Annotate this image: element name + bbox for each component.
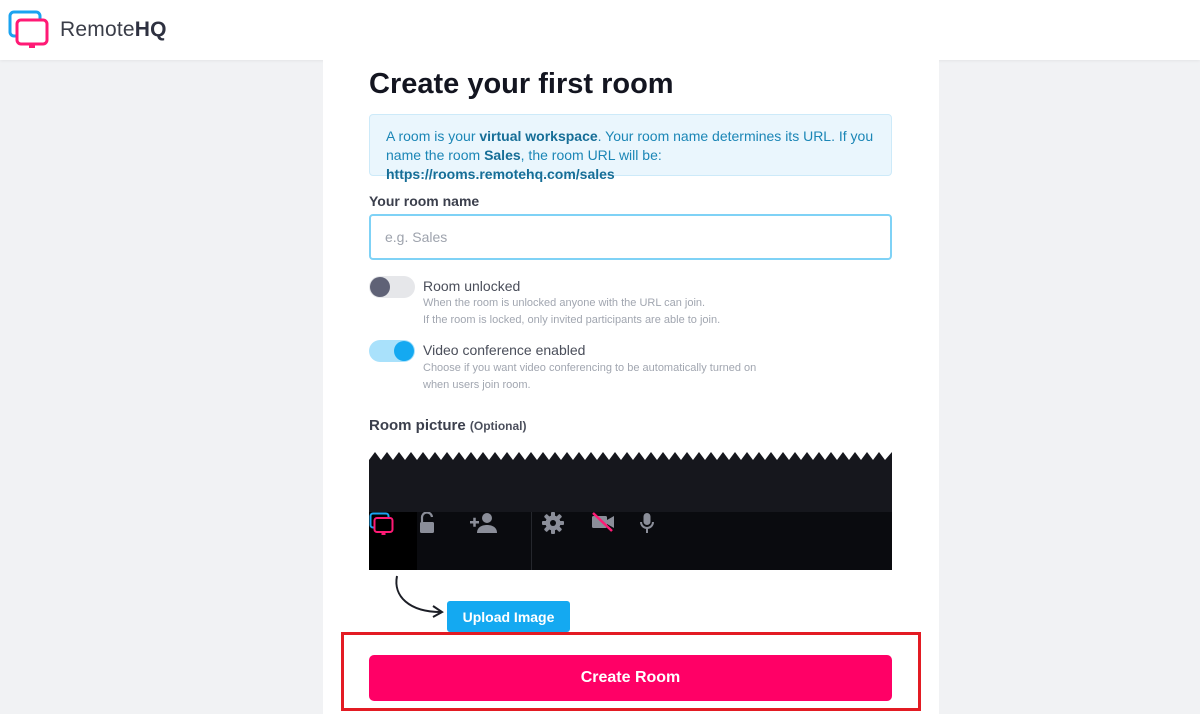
brand-name: RemoteHQ [60, 18, 167, 42]
page-title: Create your first room [369, 68, 674, 100]
toggle-knob [394, 341, 414, 361]
brand-logo[interactable]: RemoteHQ [8, 10, 167, 50]
preview-toolbar [369, 512, 892, 570]
toolbar-divider [531, 512, 532, 570]
room-lock-desc-line-2: If the room is locked, only invited part… [423, 314, 721, 326]
remotehq-logo-icon [8, 10, 49, 48]
room-lock-toggle[interactable] [369, 276, 415, 298]
toggle-knob [370, 277, 390, 297]
video-conference-description: Choose if you want video conferencing to… [423, 362, 757, 391]
remotehq-logo-icon [369, 512, 417, 570]
info-text-3: , the room URL will be: [520, 147, 662, 163]
info-url: https://rooms.remotehq.com/sales [386, 166, 615, 182]
curved-arrow-icon [395, 575, 444, 618]
preview-jagged-top [369, 452, 892, 514]
microphone-icon [639, 512, 687, 570]
optional-tag: (Optional) [469, 419, 527, 433]
room-lock-description: When the room is unlocked anyone with th… [423, 295, 803, 329]
video-conference-toggle[interactable] [369, 340, 415, 362]
brand-suffix: HQ [134, 18, 167, 41]
create-room-button[interactable]: Create Room [369, 655, 892, 701]
room-name-label: Your room name [369, 193, 480, 209]
room-lock-desc-line-1: When the room is unlocked anyone with th… [423, 297, 706, 309]
room-picture-preview [369, 452, 892, 570]
room-name-input[interactable] [369, 214, 892, 260]
add-user-icon [469, 512, 517, 570]
unlock-icon [418, 512, 466, 570]
info-bold-2: Sales [484, 147, 521, 163]
info-box: A room is your virtual workspace. Your r… [369, 114, 892, 182]
top-bar: RemoteHQ [0, 0, 1200, 60]
upload-image-button[interactable]: Upload Image [447, 601, 570, 632]
video-conference-title: Video conference enabled [423, 342, 586, 358]
brand-prefix: Remote [60, 18, 135, 41]
gear-icon [542, 512, 590, 570]
create-room-card: Create your first room A room is your vi… [323, 60, 939, 714]
info-text-1: A room is your [386, 128, 480, 144]
room-picture-title: Room picture [369, 417, 466, 434]
room-picture-label: Room picture (Optional) [369, 417, 527, 434]
room-lock-title: Room unlocked [423, 278, 521, 294]
video-off-icon [591, 512, 639, 570]
info-bold-1: virtual workspace [479, 128, 598, 144]
